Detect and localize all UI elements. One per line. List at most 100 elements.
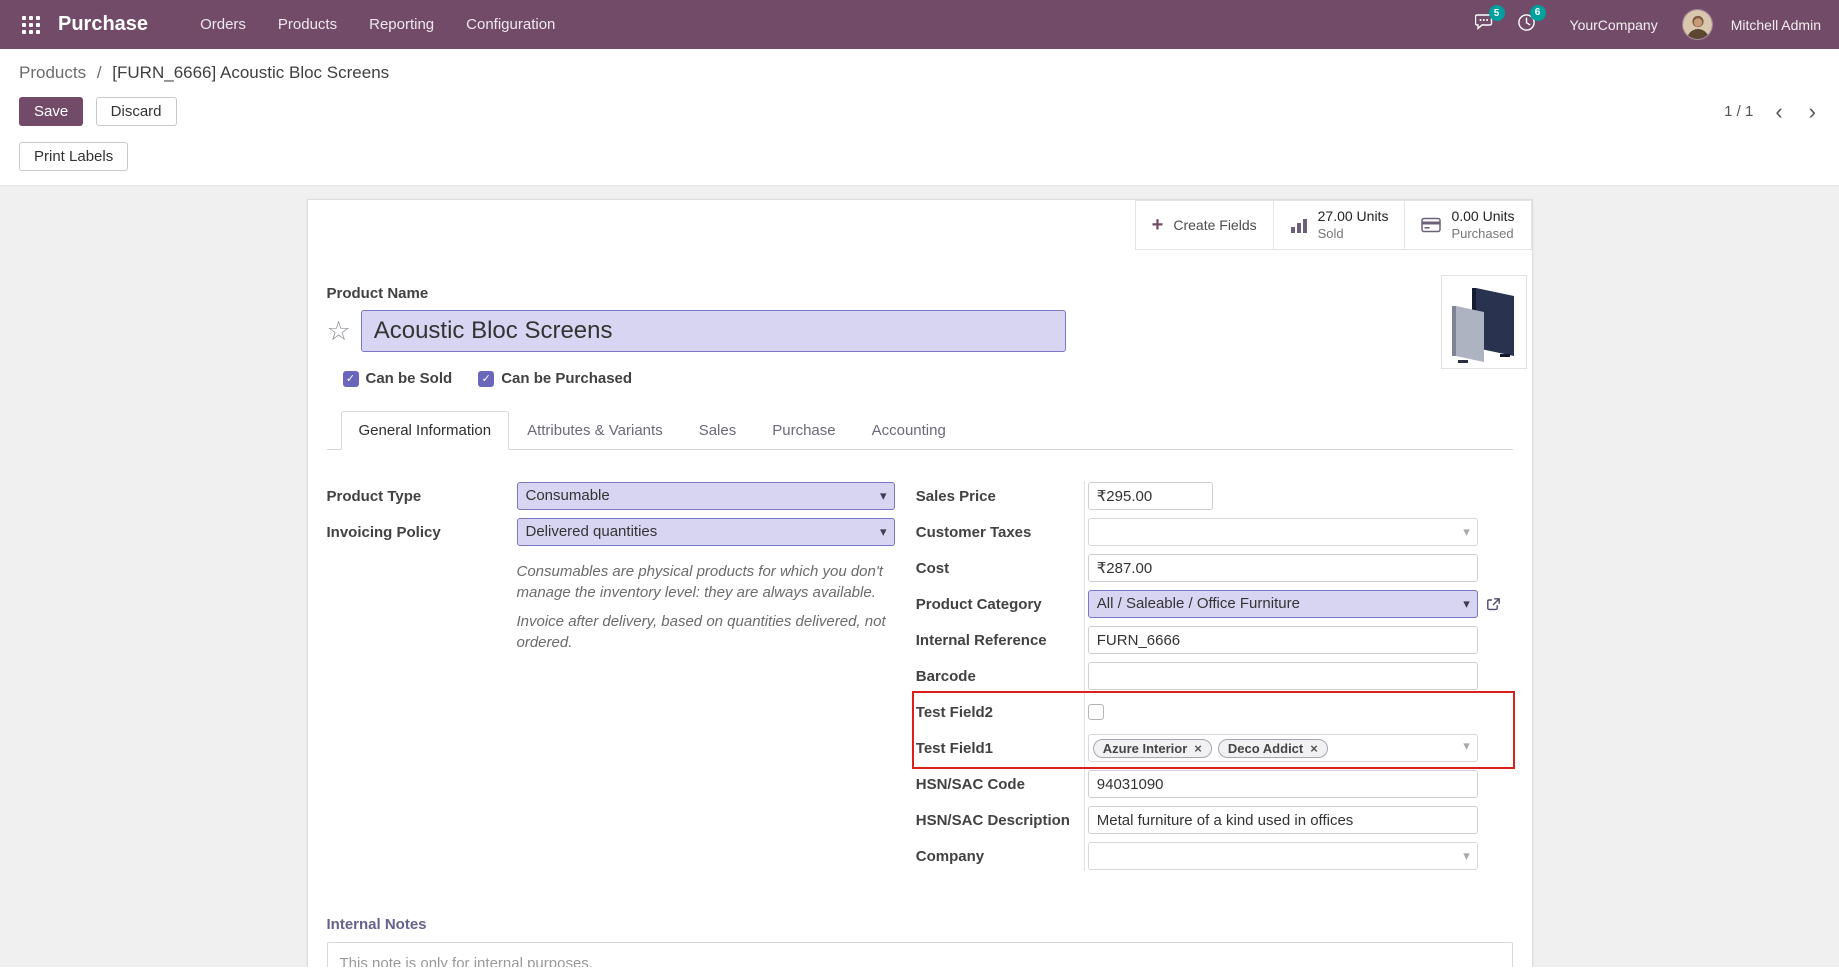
sales-price-label: Sales Price <box>916 488 1088 505</box>
field-help-text: Consumables are physical products for wh… <box>517 562 889 654</box>
chevron-down-icon: ▾ <box>1463 519 1470 545</box>
hsn-code-input[interactable] <box>1088 770 1478 798</box>
company-row: Company ▾ <box>916 838 1513 874</box>
test-field2-checkbox[interactable] <box>1088 704 1104 720</box>
hsn-description-row: HSN/SAC Description <box>916 802 1513 838</box>
breadcrumb-current: [FURN_6666] Acoustic Bloc Screens <box>112 63 389 82</box>
product-name-input[interactable] <box>361 310 1066 352</box>
chevron-down-icon: ▾ <box>1463 738 1470 754</box>
internal-notes-section: Internal Notes <box>327 916 1513 967</box>
sales-price-row: Sales Price <box>916 478 1513 514</box>
discard-button[interactable]: Discard <box>96 97 177 126</box>
hsn-code-row: HSN/SAC Code <box>916 766 1513 802</box>
control-panel: Products / [FURN_6666] Acoustic Bloc Scr… <box>0 49 1839 186</box>
internal-reference-input[interactable] <box>1088 626 1478 654</box>
product-type-select[interactable]: Consumable ▾ <box>517 482 895 510</box>
pager-counter: 1 / 1 <box>1724 103 1753 120</box>
units-sold-button[interactable]: 27.00 Units Sold <box>1273 200 1406 250</box>
units-purchased-label: Purchased <box>1451 226 1514 242</box>
tag-remove-icon[interactable]: × <box>1310 742 1318 755</box>
save-button[interactable]: Save <box>19 97 83 126</box>
pager: 1 / 1 ‹ › <box>1724 103 1820 120</box>
sales-price-input[interactable] <box>1088 482 1213 510</box>
breadcrumb-products-link[interactable]: Products <box>19 63 86 82</box>
button-box: + Create Fields 27.00 Units Sold <box>308 200 1532 250</box>
product-name-label: Product Name <box>327 285 1513 302</box>
create-fields-label: Create Fields <box>1173 217 1256 233</box>
menu-products[interactable]: Products <box>264 2 351 47</box>
product-image[interactable] <box>1441 275 1527 369</box>
help-invoicing: Invoice after delivery, based on quantit… <box>517 612 889 653</box>
cost-row: Cost <box>916 550 1513 586</box>
hsn-description-input[interactable] <box>1088 806 1478 834</box>
can-be-purchased-label: Can be Purchased <box>501 370 632 387</box>
internal-notes-textarea[interactable] <box>327 942 1513 967</box>
tab-accounting[interactable]: Accounting <box>854 411 964 450</box>
user-menu[interactable]: Mitchell Admin <box>1731 17 1821 33</box>
form-view-background: + Create Fields 27.00 Units Sold <box>0 186 1839 967</box>
invoicing-policy-label: Invoicing Policy <box>327 524 517 541</box>
checkbox-checked-icon: ✓ <box>478 371 494 387</box>
tab-general-information[interactable]: General Information <box>341 411 510 450</box>
menu-reporting[interactable]: Reporting <box>355 2 448 47</box>
can-be-purchased-checkbox[interactable]: ✓ Can be Purchased <box>478 370 632 387</box>
pager-previous-icon[interactable]: ‹ <box>1771 105 1786 119</box>
units-purchased-button[interactable]: 0.00 Units Purchased <box>1404 200 1531 250</box>
tab-sales[interactable]: Sales <box>681 411 755 450</box>
invoicing-policy-select[interactable]: Delivered quantities ▾ <box>517 518 895 546</box>
company-switcher[interactable]: YourCompany <box>1570 17 1658 33</box>
test-field2-row: Test Field2 <box>916 694 1513 730</box>
customer-taxes-select[interactable]: ▾ <box>1088 518 1478 546</box>
tab-purchase[interactable]: Purchase <box>754 411 853 450</box>
activities-button[interactable]: 6 <box>1511 7 1542 43</box>
breadcrumb: Products / [FURN_6666] Acoustic Bloc Scr… <box>19 63 1820 83</box>
internal-reference-label: Internal Reference <box>916 632 1088 649</box>
print-labels-button[interactable]: Print Labels <box>19 142 128 171</box>
apps-menu-icon[interactable] <box>18 12 44 38</box>
invoicing-policy-row: Invoicing Policy Delivered quantities ▾ <box>327 514 896 550</box>
cost-label: Cost <box>916 560 1088 577</box>
avatar[interactable] <box>1682 9 1713 40</box>
nav-menus: Orders Products Reporting Configuration <box>186 2 569 47</box>
menu-orders[interactable]: Orders <box>186 2 260 47</box>
grid-icon <box>22 16 40 34</box>
tag-remove-icon[interactable]: × <box>1194 742 1202 755</box>
messages-button[interactable]: 5 <box>1469 7 1501 42</box>
menu-configuration[interactable]: Configuration <box>452 2 569 47</box>
cost-input[interactable] <box>1088 554 1478 582</box>
create-fields-button[interactable]: + Create Fields <box>1135 200 1274 250</box>
bar-chart-icon <box>1290 216 1308 234</box>
test-field1-row: Test Field1 Azure Interior × Deco Addict… <box>916 730 1513 766</box>
units-sold-value: 27.00 Units <box>1318 208 1389 226</box>
edit-buttons: Save Discard <box>19 97 177 126</box>
hsn-code-label: HSN/SAC Code <box>916 776 1088 793</box>
company-select[interactable]: ▾ <box>1088 842 1478 870</box>
app-title[interactable]: Purchase <box>58 13 148 36</box>
form-sheet: + Create Fields 27.00 Units Sold <box>307 199 1533 967</box>
barcode-input[interactable] <box>1088 662 1478 690</box>
favorite-star-icon[interactable]: ☆ <box>327 318 351 345</box>
messages-badge: 5 <box>1489 5 1505 21</box>
right-column: Sales Price Customer Taxes ▾ Cost Produc… <box>916 478 1513 874</box>
product-category-select[interactable]: All / Saleable / Office Furniture ▾ <box>1088 590 1478 618</box>
pager-next-icon[interactable]: › <box>1805 105 1820 119</box>
test-field1-label: Test Field1 <box>916 740 1088 757</box>
activities-badge: 6 <box>1530 5 1546 21</box>
breadcrumb-separator: / <box>97 63 102 82</box>
general-information-page: Product Type Consumable ▾ Invoicing Poli… <box>327 478 1513 874</box>
test-field1-tags-input[interactable]: Azure Interior × Deco Addict × ▾ <box>1088 734 1478 762</box>
units-sold-label: Sold <box>1318 226 1389 242</box>
sale-purchase-checkboxes: ✓ Can be Sold ✓ Can be Purchased <box>343 370 1513 387</box>
customer-taxes-row: Customer Taxes ▾ <box>916 514 1513 550</box>
units-purchased-value: 0.00 Units <box>1451 208 1514 226</box>
plus-icon: + <box>1152 215 1164 235</box>
external-link-icon[interactable] <box>1486 597 1501 612</box>
annotation-box: Test Field2 Test Field1 Azure Interior ×… <box>916 694 1513 766</box>
can-be-sold-label: Can be Sold <box>366 370 453 387</box>
can-be-sold-checkbox[interactable]: ✓ Can be Sold <box>343 370 453 387</box>
customer-taxes-label: Customer Taxes <box>916 524 1088 541</box>
tag-deco-addict: Deco Addict × <box>1218 739 1328 758</box>
tab-attributes-variants[interactable]: Attributes & Variants <box>509 411 681 450</box>
product-category-row: Product Category All / Saleable / Office… <box>916 586 1513 622</box>
avatar-image <box>1683 10 1713 40</box>
